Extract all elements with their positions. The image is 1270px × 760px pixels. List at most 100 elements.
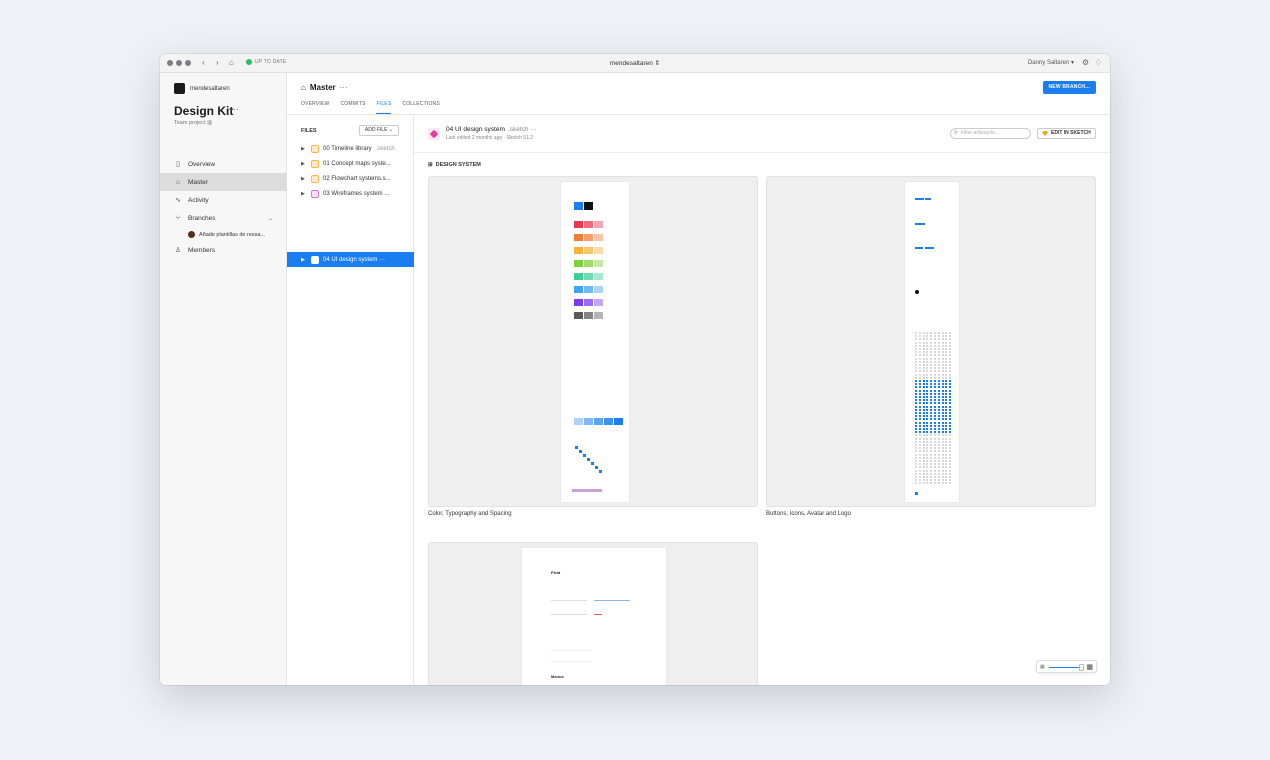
preview-icon-cell — [926, 364, 929, 366]
preview-icon-cell — [945, 466, 948, 469]
preview-icon-cell — [922, 479, 925, 482]
artboard-label: Color, Typography and Spacing — [428, 511, 512, 517]
sketch-document-icon — [428, 128, 440, 140]
artboard-card[interactable] — [428, 176, 758, 507]
preview-icon-cell — [941, 405, 944, 408]
preview-icon-cell — [930, 482, 933, 485]
file-item[interactable]: ▶ 01 Concept maps syste... — [287, 156, 414, 171]
preview-icon-cell — [930, 415, 933, 418]
preview-icon-cell — [918, 450, 921, 453]
preview-icon-cell — [941, 376, 944, 379]
preview-icon-cell — [930, 428, 933, 430]
preview-icon-cell — [934, 424, 936, 427]
preview-icon-cell — [945, 453, 948, 456]
preview-icon-cell — [915, 415, 917, 418]
zoom-handle[interactable] — [1079, 664, 1084, 671]
page-title: ⌂ Master ··· — [301, 83, 348, 92]
preview-icon-cell — [930, 383, 933, 386]
preview-icon-cell — [934, 389, 936, 392]
preview-icon-cell — [945, 476, 948, 478]
tab-files[interactable]: FILES — [376, 101, 392, 114]
preview-icon-cell — [934, 444, 936, 446]
zoom-track[interactable] — [1049, 667, 1081, 668]
sidebar-item-members[interactable]: ♙ Members — [160, 241, 287, 259]
sidebar-item-overview[interactable]: ▯ Overview — [160, 155, 287, 173]
expand-triangle-icon[interactable]: ▶ — [301, 191, 307, 197]
user-menu[interactable]: Danny Saltaren ▾ — [1028, 59, 1074, 66]
preview-icon-cell — [915, 335, 917, 338]
large-grid-icon[interactable]: ▦ — [1086, 663, 1093, 671]
preview-icon-cell — [949, 466, 952, 469]
preview-icon-cell — [949, 472, 952, 475]
preview-icon-cell — [918, 402, 921, 405]
sidebar-item-master[interactable]: ⌂ Master — [160, 173, 287, 191]
preview-icon-cell — [930, 456, 933, 459]
preview-icon-cell — [930, 389, 933, 392]
expand-triangle-icon[interactable]: ▶ — [301, 257, 307, 263]
tab-collections[interactable]: COLLECTIONS — [402, 101, 440, 114]
preview-icon-cell — [930, 431, 933, 434]
file-item[interactable]: ▶ 02 Flowchart systems.s... — [287, 171, 414, 186]
preview-icon-cell — [922, 335, 925, 338]
sidebar-item-activity[interactable]: ∿ Activity — [160, 191, 287, 209]
preview-icon-cell — [926, 338, 929, 341]
preview-icon-cell — [941, 354, 944, 357]
branch-more-icon[interactable]: ··· — [340, 83, 348, 92]
new-branch-button[interactable]: NEW BRANCH... — [1042, 81, 1096, 94]
preview-icon-cell — [937, 335, 940, 338]
preview-icon-cell — [937, 440, 940, 443]
preview-icon-cell — [930, 453, 933, 456]
add-file-button[interactable]: ADD FILE ⌄ — [358, 125, 399, 136]
sidebar-item-branches[interactable]: ⑂ Branches ⌄ — [160, 209, 287, 227]
sidebar-branch-item[interactable]: Añade plantillas de ressa... — [188, 231, 265, 238]
org-switcher[interactable]: mendesaltaren — [174, 83, 230, 94]
preview-icon-cell — [930, 348, 933, 350]
preview-icon-cell — [922, 440, 925, 443]
small-grid-icon[interactable]: ▦ — [1040, 664, 1045, 670]
preview-icon-cell — [941, 447, 944, 450]
expand-triangle-icon[interactable]: ▶ — [301, 176, 307, 182]
expand-triangle-icon[interactable]: ▶ — [301, 146, 307, 152]
preview-icon-cell — [945, 472, 948, 475]
preview-icon-cell — [934, 469, 936, 472]
document-ext[interactable]: .sketch ··· — [508, 126, 537, 133]
preview-icon-cell — [922, 341, 925, 344]
expand-triangle-icon[interactable]: ▶ — [301, 161, 307, 167]
preview-icon-cell — [915, 412, 917, 414]
preview-icon-cell — [949, 335, 952, 338]
preview-text-block — [551, 650, 591, 662]
tab-commits[interactable]: COMMITS — [340, 101, 365, 114]
project-more-icon[interactable]: ··· — [230, 104, 239, 114]
sidebar-item-label: Activity — [188, 196, 209, 204]
tab-overview[interactable]: OVERVIEW — [301, 101, 329, 114]
preview-icon-cell — [922, 376, 925, 379]
preview-icon-cell — [937, 463, 940, 466]
file-item-selected[interactable]: ▶ 04 UI design system ··· — [287, 252, 414, 267]
preview-icon-cell — [930, 351, 933, 354]
preview-icon-cell — [915, 354, 917, 357]
preview-icon-cell — [926, 424, 929, 427]
preview-icon-cell — [930, 370, 933, 373]
file-item[interactable]: ▶ 00 Timeline library .sketch — [287, 141, 414, 156]
zoom-slider[interactable]: ▦ ▦ — [1036, 660, 1097, 673]
artboard-card[interactable] — [766, 176, 1096, 507]
artboard-card[interactable]: Field Menus — [428, 542, 758, 685]
preview-icon-cell — [926, 412, 929, 414]
file-item[interactable]: ▶ 03 Wireframes system ... — [287, 186, 414, 201]
preview-swatch — [584, 273, 593, 280]
project-switcher[interactable]: mendesaltaren ⇕ — [160, 59, 1110, 67]
notifications-bell-icon[interactable]: ♢ — [1095, 58, 1102, 67]
preview-icon-cell — [934, 440, 936, 443]
preview-icon-cell — [941, 466, 944, 469]
preview-icon-cell — [915, 408, 917, 411]
chevron-down-icon[interactable]: ⌄ — [268, 215, 273, 222]
preview-icon-cell — [949, 479, 952, 482]
artboard-preview: Field Menus — [522, 548, 666, 685]
edit-in-sketch-button[interactable]: EDIT IN SKETCH — [1037, 128, 1096, 139]
preview-icon-cell — [934, 472, 936, 475]
filter-artboards-input[interactable]: ⚲ Filter artboards... — [950, 128, 1031, 139]
preview-icon-cell — [926, 476, 929, 478]
person-icon: ♙ — [174, 247, 182, 254]
preview-icon-cell — [941, 437, 944, 440]
settings-gear-icon[interactable]: ⚙ — [1082, 58, 1089, 67]
